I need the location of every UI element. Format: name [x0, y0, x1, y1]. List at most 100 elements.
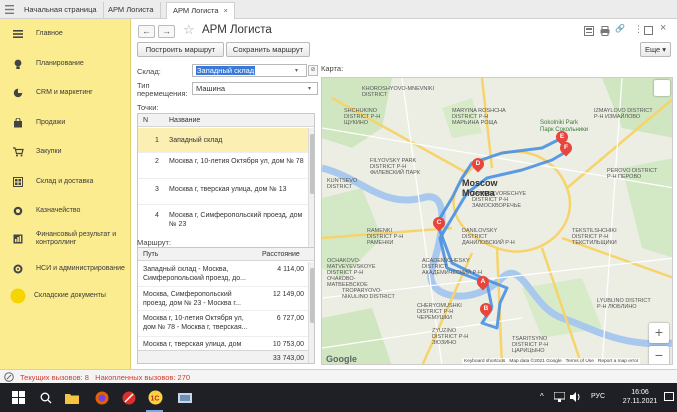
table-row[interactable]: Москва г, тверская улица, дом 10 753,00 — [138, 336, 308, 350]
map-district-label: TSARITSYNO DISTRICT Р-Н ЦАРИЦЫНО — [512, 336, 549, 354]
search-icon[interactable] — [37, 389, 54, 406]
volume-icon[interactable] — [570, 392, 581, 402]
build-route-button[interactable]: Построить маршрут — [137, 42, 224, 57]
move-type-field[interactable]: Машина — [192, 82, 318, 95]
sidebar-item-label: Финансовый результат и контроллинг — [36, 230, 117, 247]
scrollbar-thumb[interactable] — [310, 134, 314, 194]
table-row[interactable]: Москва, Симферопольский проезд, дом № 23… — [138, 286, 308, 310]
table-row[interactable]: 3 Москва г, тверская улица, дом № 13 — [138, 178, 308, 204]
terms-link[interactable]: Terms of Use — [566, 359, 594, 364]
network-icon[interactable] — [553, 391, 566, 402]
lightbulb-icon — [12, 58, 24, 70]
warehouse-icon — [12, 176, 24, 188]
map-view[interactable]: SHCHUKINO DISTRICT Р-Н ЩУКИНО MARYINA RO… — [321, 77, 673, 365]
printer-icon[interactable] — [600, 26, 610, 36]
taskbar-clock[interactable]: 16:06 27.11.2021 — [621, 388, 659, 406]
notifications-icon[interactable] — [664, 392, 674, 402]
task-view-icon[interactable] — [176, 389, 193, 406]
1c-icon[interactable]: 1C — [147, 389, 164, 406]
map-district-label: ZYUZINO DISTRICT Р-Н ЗЮЗИНО — [432, 328, 469, 346]
table-row[interactable]: 1 Западный склад — [138, 128, 308, 152]
sidebar-item-sales[interactable]: Продажи — [0, 116, 131, 130]
tray-chevron-icon[interactable]: ^ — [540, 392, 544, 401]
table-row[interactable]: Западный склад - Москва, Симферопольский… — [138, 262, 308, 286]
fullscreen-icon[interactable] — [654, 80, 670, 96]
points-label: Точки: — [137, 103, 159, 112]
map-pin-d[interactable]: D — [469, 155, 487, 173]
google-logo: Google — [326, 354, 357, 364]
save-route-button[interactable]: Сохранить маршрут — [226, 42, 310, 57]
favorite-star-icon[interactable]: ☆ — [183, 22, 195, 38]
open-field-icon[interactable]: ⊘ — [308, 65, 318, 76]
map-pin-f[interactable]: F — [557, 139, 575, 157]
sidebar-item-planning[interactable]: Планирование — [0, 57, 131, 71]
map-data-text: Map data ©2021 Google — [509, 359, 562, 364]
more-button[interactable]: Еще ▾ — [640, 42, 671, 57]
dropdown-arrow-icon[interactable]: ▾ — [295, 67, 298, 74]
close-icon[interactable]: × — [660, 22, 666, 34]
calls-status-text[interactable]: Текущих вызовов: 8 Накопленных вызовов: … — [20, 373, 190, 382]
link-icon[interactable]: 🔗 — [615, 24, 625, 33]
back-button[interactable]: ← — [138, 25, 155, 38]
table-row[interactable]: 4 Москва г, Симферопольский проезд, дом … — [138, 204, 308, 234]
windows-start-icon[interactable] — [10, 389, 27, 406]
warehouse-label: Склад: — [137, 67, 161, 76]
map-pin-a[interactable]: A — [474, 273, 492, 291]
sidebar-item-warehouse-docs[interactable]: Складские документы — [0, 287, 131, 305]
route-distance: 12 149,00 — [272, 291, 304, 298]
sidebar-item-treasury[interactable]: Казначейство — [0, 204, 131, 218]
map-district-label: TROPARYOVO-NIKULINO DISTRICT — [342, 288, 395, 300]
map-district-label: SHCHUKINO DISTRICT Р-Н ЩУКИНО — [344, 108, 381, 126]
sidebar-item-finance[interactable]: Финансовый результат и контроллинг — [0, 229, 131, 249]
firefox-icon[interactable] — [93, 389, 110, 406]
route-distance: 10 753,00 — [272, 341, 304, 348]
warehouse-field[interactable]: Западный склад — [192, 64, 307, 77]
tab-arm-logist-1[interactable]: АРМ Логиста — [102, 2, 161, 19]
zoom-out-button[interactable]: − — [649, 346, 669, 364]
window-menu-icon[interactable]: ⋮ — [634, 24, 643, 35]
points-scrollbar[interactable] — [308, 128, 314, 247]
column-header-n: N — [143, 117, 149, 124]
app-icon[interactable] — [120, 389, 137, 406]
map-pin-b[interactable]: B — [477, 300, 495, 318]
tab-close-icon[interactable]: × — [224, 6, 228, 15]
restore-icon[interactable] — [644, 26, 653, 35]
menu-icon — [12, 28, 24, 40]
scrollbar-thumb[interactable] — [310, 268, 314, 323]
sidebar-item-crm[interactable]: CRM и маркетинг — [0, 86, 131, 100]
dropdown-arrow-icon[interactable]: ▾ — [308, 85, 311, 92]
clock-time: 16:06 — [631, 389, 649, 396]
pin-letter: F — [564, 144, 568, 151]
point-number: 1 — [155, 137, 159, 144]
sidebar: Главное Планирование CRM и маркетинг Про… — [0, 19, 131, 369]
tab-home[interactable]: Начальная страница — [18, 2, 104, 19]
table-row[interactable]: Москва г, 10-летия Октября ул, дом № 78 … — [138, 310, 308, 336]
tab-arm-logist-2[interactable]: АРМ Логиста × — [166, 2, 235, 19]
zoom-in-button[interactable]: + — [649, 323, 669, 343]
tab-label: АРМ Логиста — [173, 6, 219, 15]
forward-button[interactable]: → — [158, 25, 175, 38]
sidebar-item-label: Закупки — [36, 147, 62, 155]
warehouse-value: Западный склад — [196, 66, 256, 75]
sidebar-item-main[interactable]: Главное — [0, 27, 131, 41]
more-label: Еще — [644, 45, 661, 54]
sidebar-item-warehouse[interactable]: Склад и доставка — [0, 175, 131, 189]
input-language[interactable]: РУС — [591, 393, 605, 400]
sidebar-item-purchases[interactable]: Закупки — [0, 145, 131, 159]
file-explorer-icon[interactable] — [63, 389, 80, 406]
pin-letter: C — [436, 219, 442, 226]
calls-icon[interactable] — [4, 372, 14, 382]
table-row[interactable]: 2 Москва г, 10-летия Октября ул, дом № 7… — [138, 152, 308, 178]
keyboard-shortcuts-link[interactable]: Keyboard shortcuts — [464, 359, 505, 364]
svg-text:1C: 1C — [151, 396, 160, 403]
analytics-icon — [12, 233, 24, 245]
report-error-link[interactable]: Report a map error — [598, 359, 639, 364]
print-icon[interactable] — [584, 26, 594, 36]
main-content: ← → ☆ АРМ Логиста 🔗 ⋮ × Построить маршру… — [131, 19, 677, 369]
shopping-bag-icon — [12, 117, 24, 129]
route-scrollbar[interactable] — [308, 262, 314, 363]
sidebar-item-admin[interactable]: НСИ и администрирование — [0, 259, 131, 279]
map-pin-c[interactable]: C — [430, 214, 448, 232]
sections-menu-icon[interactable] — [4, 4, 15, 15]
map-district-label: CHERYOMUSHKI DISTRICT Р-Н ЧЕРЕМУШКИ — [417, 303, 462, 321]
